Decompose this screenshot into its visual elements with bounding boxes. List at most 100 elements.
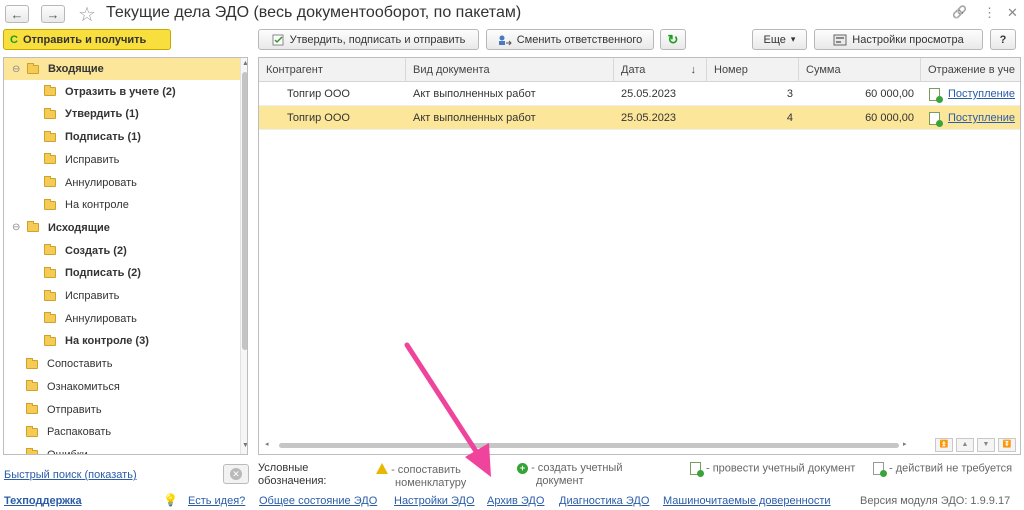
edo-status-link[interactable]: Общее состояние ЭДО xyxy=(259,495,377,507)
tree-item[interactable]: Подписать (2) xyxy=(4,262,240,284)
post-document-icon xyxy=(690,462,704,477)
cell-number: 4 xyxy=(786,112,793,124)
cell-date: 25.05.2023 xyxy=(621,112,677,124)
scroll-page-down-button[interactable]: ▼ xyxy=(977,438,995,452)
quick-search-link[interactable]: Быстрый поиск (показать) xyxy=(4,469,137,481)
tree-item[interactable]: Создать (2) xyxy=(4,240,240,262)
scroll-left-icon[interactable]: ◂ xyxy=(265,440,269,448)
column-header-date[interactable]: Дата ↓ xyxy=(614,58,707,82)
tree-item[interactable]: Утвердить (1) xyxy=(4,103,240,125)
tree-item[interactable]: Аннулировать xyxy=(4,308,240,330)
table-row[interactable]: Топгир ООО Акт выполненных работ 25.05.202… xyxy=(259,106,1020,130)
folder-icon xyxy=(26,357,38,369)
link-icon[interactable]: 🔗 xyxy=(952,5,967,19)
scroll-page-up-button[interactable]: ▲ xyxy=(956,438,974,452)
send-receive-button[interactable]: C Отправить и получить xyxy=(3,29,171,50)
legend-no-action: - действий не требуется xyxy=(873,462,1013,477)
tree-item[interactable]: Сопоставить xyxy=(4,353,240,375)
tree-item[interactable]: ⊖ Исходящие xyxy=(4,217,240,239)
cell-reflection: Поступление xyxy=(929,82,1020,106)
approve-sign-send-button[interactable]: Утвердить, подписать и отправить xyxy=(258,29,479,50)
tree-item-label: Сопоставить xyxy=(47,358,113,371)
scroll-right-icon[interactable]: ▸ xyxy=(903,440,907,448)
column-header-number[interactable]: Номер xyxy=(707,58,799,82)
view-settings-icon xyxy=(833,34,847,45)
lightbulb-icon: 💡 xyxy=(163,493,178,507)
folder-icon xyxy=(27,62,39,74)
forward-arrow-icon: → xyxy=(46,6,60,22)
more-actions-icon[interactable]: ⋮ xyxy=(983,5,996,21)
forward-button[interactable]: → xyxy=(41,5,65,23)
clear-search-button[interactable]: ✕ xyxy=(223,464,249,484)
send-receive-label: Отправить и получить xyxy=(22,33,147,46)
folder-icon xyxy=(44,107,56,119)
refresh-button[interactable]: ↻ xyxy=(660,29,686,50)
close-icon[interactable]: ✕ xyxy=(1007,5,1018,21)
folder-icon xyxy=(44,176,56,187)
tree-scrollbar[interactable]: ▲ ▼ xyxy=(240,58,247,454)
change-responsible-button[interactable]: Сменить ответственного xyxy=(486,29,654,50)
edo-archive-link[interactable]: Архив ЭДО xyxy=(487,495,544,507)
tree-item[interactable]: Подписать (1) xyxy=(4,126,240,148)
tree-item[interactable]: Распаковать xyxy=(4,421,240,443)
idea-link[interactable]: Есть идея? xyxy=(188,495,245,507)
tree-item-label: Входящие xyxy=(48,63,104,75)
legend-create: + - создать учетный документ xyxy=(517,462,622,488)
scroll-last-button[interactable]: ⏬ xyxy=(998,438,1016,452)
folder-icon xyxy=(26,403,38,414)
machine-readable-poa-link[interactable]: Машиночитаемые доверенности xyxy=(663,495,831,507)
tree-item[interactable]: На контроле (3) xyxy=(4,330,240,352)
help-button[interactable]: ? xyxy=(990,29,1016,50)
cell-reflection: Поступление xyxy=(929,106,1020,130)
reflection-link[interactable]: Поступление xyxy=(948,88,1015,100)
tree-item[interactable]: Отправить xyxy=(4,399,240,421)
post-document-icon[interactable] xyxy=(929,87,943,103)
tree-item[interactable]: Аннулировать xyxy=(4,172,240,194)
column-header-counterparty[interactable]: Контрагент xyxy=(259,58,406,82)
column-header-doc-type[interactable]: Вид документа xyxy=(406,58,614,82)
view-settings-label: Настройки просмотра xyxy=(852,33,964,46)
tree-item[interactable]: Ошибки xyxy=(4,444,240,454)
more-button[interactable]: Еще ▾ xyxy=(752,29,807,50)
tree-item[interactable]: Исправить xyxy=(4,149,240,171)
favorite-star-icon[interactable]: ☆ xyxy=(78,2,96,27)
edo-settings-link[interactable]: Настройки ЭДО xyxy=(394,495,475,507)
collapse-icon[interactable]: ⊖ xyxy=(12,64,22,75)
tree-item-label: Отразить в учете (2) xyxy=(65,85,176,98)
tree-item-label: Аннулировать xyxy=(65,176,137,189)
edo-diagnostics-link[interactable]: Диагностика ЭДО xyxy=(559,495,649,507)
post-document-icon[interactable] xyxy=(929,111,943,127)
page-title: Текущие дела ЭДО (весь документооборот, … xyxy=(106,4,522,21)
table-row[interactable]: Топгир ООО Акт выполненных работ 25.05.202… xyxy=(259,82,1020,106)
scroll-first-button[interactable]: ⏫ xyxy=(935,438,953,452)
tree-item-label: Распаковать xyxy=(47,426,112,439)
annotation-arrow xyxy=(404,342,491,477)
scroll-down-icon[interactable]: ▼ xyxy=(242,442,247,449)
scroll-up-icon[interactable]: ▲ xyxy=(242,60,247,67)
tree-item[interactable]: ⊖ Входящие xyxy=(4,58,240,80)
legend-no-action-label: - действий не требуется xyxy=(889,462,1013,475)
tree-item[interactable]: Ознакомиться xyxy=(4,376,240,398)
tree-scroll-thumb[interactable] xyxy=(242,72,247,350)
legend-title-line1: Условные xyxy=(258,462,309,474)
tree-item[interactable]: Отразить в учете (2) xyxy=(4,81,240,103)
column-header-sum[interactable]: Сумма xyxy=(799,58,921,82)
support-link[interactable]: Техподдержка xyxy=(4,495,82,507)
cell-date: 25.05.2023 xyxy=(621,88,677,100)
reflection-link[interactable]: Поступление xyxy=(948,112,1015,124)
table-horizontal-scrollbar[interactable]: ◂ ▸ ⏫ ▲ ▼ ⏬ xyxy=(259,436,1020,454)
legend-title: Условные обозначения: xyxy=(258,462,327,488)
tree-item-label: Создать (2) xyxy=(65,244,127,257)
change-responsible-label: Сменить ответственного xyxy=(516,33,643,46)
view-settings-button[interactable]: Настройки просмотра xyxy=(814,29,983,50)
table-scroll-thumb[interactable] xyxy=(279,443,899,448)
tree-item[interactable]: Исправить xyxy=(4,285,240,307)
tree-item[interactable]: На контроле xyxy=(4,194,240,216)
cell-number: 3 xyxy=(786,88,793,100)
back-button[interactable]: ← xyxy=(5,5,29,23)
column-header-reflection[interactable]: Отражение в уче xyxy=(921,58,1020,82)
legend-post-label: - провести учетный документ xyxy=(706,462,856,475)
tree-item-label: Исходящие xyxy=(48,221,110,234)
folder-icon xyxy=(44,244,56,256)
collapse-icon[interactable]: ⊖ xyxy=(12,222,22,233)
